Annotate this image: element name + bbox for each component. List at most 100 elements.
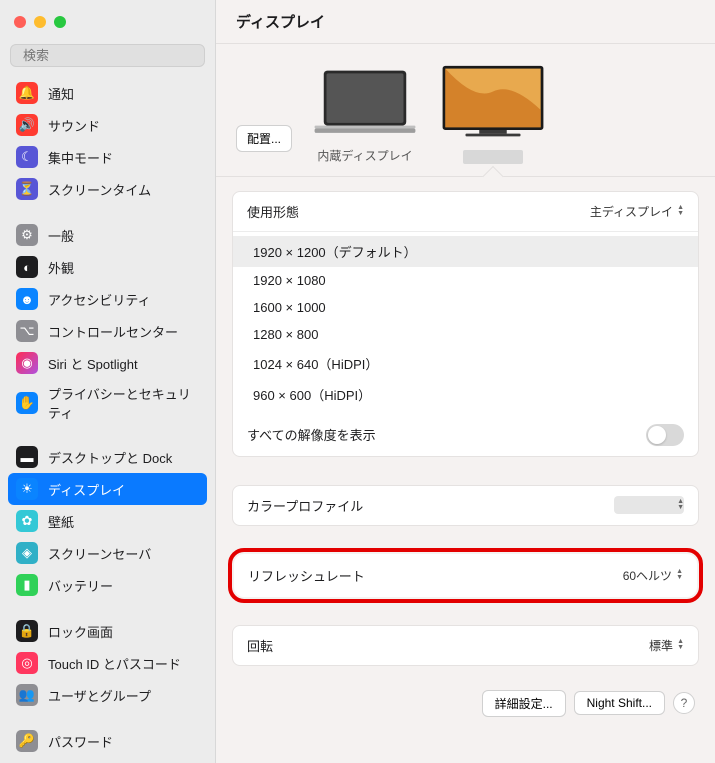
main-pane: ディスプレイ 配置... 内蔵ディスプレイ [216,0,715,763]
show-all-toggle[interactable] [646,424,684,446]
sidebar-item-Touch ID とパスコード[interactable]: ◎ Touch ID とパスコード [8,647,207,679]
usage-panel: 使用形態 主ディスプレイ ▲▼ 1920 × 1200（デフォルト）1920 ×… [232,191,699,457]
resolution-option[interactable]: 1024 × 640（HiDPI） [233,348,698,379]
sidebar-label: スクリーンセーバ [48,544,151,563]
refresh-rate-select[interactable]: 60ヘルツ ▲▼ [623,567,683,584]
help-button[interactable]: ? [673,692,695,714]
color-profile-row[interactable]: カラープロファイル ▲▼ [233,486,698,525]
sidebar-item-集中モード[interactable]: ☾ 集中モード [8,141,207,173]
sidebar-label: Touch ID とパスコード [48,654,181,673]
usage-row[interactable]: 使用形態 主ディスプレイ ▲▼ [233,192,698,232]
footer-buttons: 詳細設定... Night Shift... ? [216,680,715,737]
sidebar-icon: ◉ [16,352,38,374]
sidebar-item-アクセシビリティ[interactable]: ☻ アクセシビリティ [8,283,207,315]
usage-label: 使用形態 [247,202,299,221]
sidebar-label: 集中モード [48,148,113,167]
sidebar-item-スクリーンタイム[interactable]: ⏳スクリーンタイム [8,173,207,205]
sidebar-item-インターネットアカウント[interactable]: @インターネットアカウント [8,757,207,763]
monitor-icon [438,64,548,142]
resolution-option[interactable]: 1280 × 800 [233,321,698,348]
sidebar-item-ディスプレイ[interactable]: ☀ディスプレイ [8,473,207,505]
sidebar-item-パスワード[interactable]: 🔑パスワード [8,725,207,757]
updown-icon: ▲▼ [677,639,684,651]
sidebar-icon: 🔑 [16,730,38,752]
sidebar-item-Siri と Spotlight[interactable]: ◉Siri と Spotlight [8,347,207,379]
sidebar-item-一般[interactable]: ⚙一般 [8,219,207,251]
color-profile-select[interactable]: ▲▼ [614,496,684,514]
updown-icon: ▲▼ [677,499,684,511]
sidebar-list: 🔔通知 🔊 サウンド ☾ 集中モード ⏳スクリーンタイム ⚙一般 ◐ 外観 ☻ アクセシビリティ ⌥コ… [0,77,215,763]
sidebar-icon: ✋ [16,392,38,414]
color-profile-label: カラープロファイル [247,496,363,515]
refresh-rate-value: 60ヘルツ [623,567,672,584]
night-shift-button[interactable]: Night Shift... [574,691,665,715]
resolution-option[interactable]: 1600 × 1000 [233,294,698,321]
arrange-button[interactable]: 配置... [236,125,292,152]
sidebar-item-通知[interactable]: 🔔通知 [8,77,207,109]
sidebar-icon: 👥 [16,684,38,706]
rotation-select[interactable]: 標準 ▲▼ [649,637,684,654]
sidebar-icon: ◐ [16,256,38,278]
show-all-label: すべての解像度を表示 [247,425,376,444]
sidebar-icon: 🔒 [16,620,38,642]
sidebar-item-壁紙[interactable]: ✿壁紙 [8,505,207,537]
fullscreen-window-button[interactable] [54,16,66,28]
show-all-resolutions-row: すべての解像度を表示 [233,414,698,456]
sidebar-label: 外観 [48,258,74,277]
sidebar-icon: ◎ [16,652,38,674]
close-window-button[interactable] [14,16,26,28]
refresh-rate-row[interactable]: リフレッシュレート 60ヘルツ ▲▼ [234,554,697,597]
sidebar-label: ロック画面 [48,622,113,641]
sidebar-icon: ☾ [16,146,38,168]
sidebar-label: ディスプレイ [48,480,125,499]
advanced-settings-button[interactable]: 詳細設定... [482,690,566,717]
sidebar-item-コントロールセンター[interactable]: ⌥コントロールセンター [8,315,207,347]
usage-value: 主ディスプレイ [590,203,673,220]
sidebar-icon: ✿ [16,510,38,532]
display-item-external[interactable] [438,64,548,176]
laptop-icon [310,66,420,139]
updown-icon: ▲▼ [676,569,683,581]
sidebar-item-デスクトップと Dock[interactable]: ▬デスクトップと Dock [8,441,207,473]
resolution-option[interactable]: 1920 × 1200（デフォルト） [233,236,698,267]
sidebar: 🔔通知 🔊 サウンド ☾ 集中モード ⏳スクリーンタイム ⚙一般 ◐ 外観 ☻ アクセシビリティ ⌥コ… [0,0,216,763]
sidebar-item-ユーザとグループ[interactable]: 👥ユーザとグループ [8,679,207,711]
sidebar-item-サウンド[interactable]: 🔊 サウンド [8,109,207,141]
resolution-option[interactable]: 1920 × 1080 [233,267,698,294]
sidebar-item-スクリーンセーバ[interactable]: ◈ スクリーンセーバ [8,537,207,569]
display-selector: 配置... 内蔵ディスプレイ [216,44,715,177]
sidebar-icon: ⏳ [16,178,38,200]
display-item-internal[interactable]: 内蔵ディスプレイ [310,66,420,176]
search-box[interactable] [10,44,205,67]
sidebar-label: プライバシーとセキュリティ [48,384,199,422]
sidebar-icon: ◈ [16,542,38,564]
sidebar-label: アクセシビリティ [48,290,151,309]
sidebar-icon: 🔊 [16,114,38,136]
search-input[interactable] [23,48,199,63]
refresh-rate-highlight: リフレッシュレート 60ヘルツ ▲▼ [228,548,703,603]
display-label: 内蔵ディスプレイ [317,147,412,164]
sidebar-item-バッテリー[interactable]: ▮ バッテリー [8,569,207,601]
sidebar-label: 通知 [48,84,74,103]
resolution-list: 1920 × 1200（デフォルト）1920 × 10801600 × 1000… [233,232,698,414]
sidebar-icon: ⚙ [16,224,38,246]
sidebar-icon: ▬ [16,446,38,468]
sidebar-item-外観[interactable]: ◐ 外観 [8,251,207,283]
sidebar-icon: ☻ [16,288,38,310]
minimize-window-button[interactable] [34,16,46,28]
rotation-row[interactable]: 回転 標準 ▲▼ [233,626,698,665]
sidebar-item-ロック画面[interactable]: 🔒 ロック画面 [8,615,207,647]
rotation-label: 回転 [247,636,273,655]
titlebar [0,0,215,44]
rotation-value: 標準 [649,637,673,654]
color-profile-panel: カラープロファイル ▲▼ [232,485,699,526]
sidebar-label: サウンド [48,116,100,135]
refresh-rate-label: リフレッシュレート [248,566,365,585]
sidebar-icon: ⌥ [16,320,38,342]
updown-icon: ▲▼ [677,205,684,217]
sidebar-label: バッテリー [48,576,113,595]
sidebar-item-プライバシーとセキュリティ[interactable]: ✋ プライバシーとセキュリティ [8,379,207,427]
usage-select[interactable]: 主ディスプレイ ▲▼ [590,203,684,220]
sidebar-icon: ▮ [16,574,38,596]
resolution-option[interactable]: 960 × 600（HiDPI） [233,379,698,410]
